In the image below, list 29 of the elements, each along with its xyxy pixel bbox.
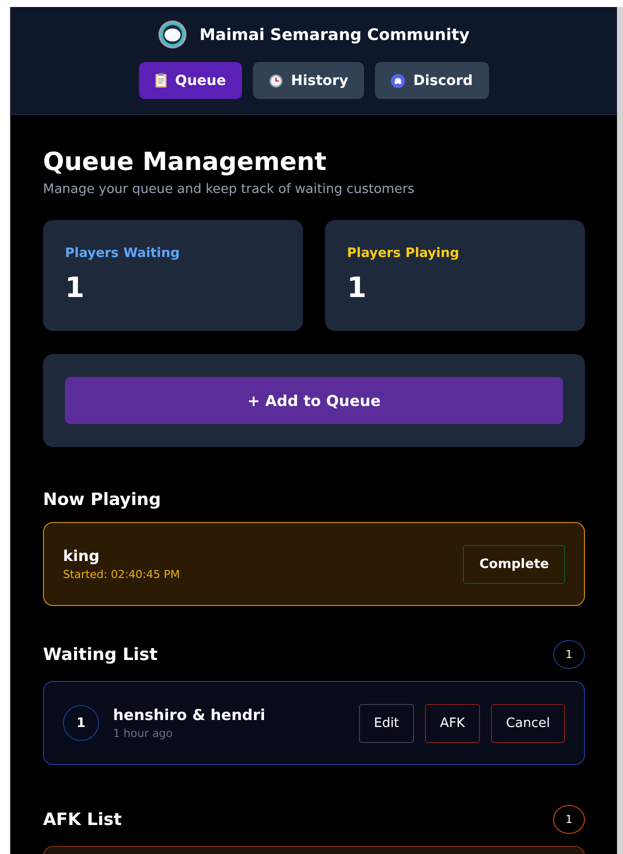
page-title: Queue Management (43, 147, 328, 176)
start-time: Started: 02:40:45 PM (63, 568, 180, 581)
count-badge: 1 (553, 640, 585, 669)
section-title: Waiting List (43, 644, 158, 664)
player-name: king (63, 547, 101, 565)
action-button[interactable]: Cancel (490, 704, 565, 742)
logo-icon (158, 20, 188, 49)
count-badge: 1 (553, 805, 585, 834)
player-name: henshiro & hendri (113, 706, 266, 724)
app-title: Maimai Semarang Community (199, 25, 470, 44)
clipboard-icon (155, 73, 168, 88)
chat-icon (391, 74, 406, 88)
position-badge: 1 (63, 705, 99, 741)
page-subtitle: Manage your queue and keep track of waiting customers (43, 182, 416, 197)
add-to-queue-button[interactable]: + Add to Queue (65, 377, 563, 424)
action-button[interactable]: Edit (358, 704, 414, 742)
stat-value: 1 (347, 271, 368, 304)
stat-label: Players Playing (347, 246, 460, 261)
section-title: Now Playing (43, 490, 161, 510)
nav-tab[interactable]: Discord (375, 62, 489, 99)
nav-tab[interactable]: History (253, 62, 364, 99)
wait-time: 1 hour ago (113, 727, 174, 740)
section-title: AFK List (43, 810, 122, 830)
complete-button[interactable]: Complete (463, 544, 565, 584)
nav-tab[interactable]: Queue (139, 62, 242, 99)
stat-label: Players Waiting (65, 246, 181, 261)
stat-value: 1 (65, 271, 86, 304)
clock-icon (269, 74, 283, 88)
action-button[interactable]: AFK (425, 704, 480, 742)
